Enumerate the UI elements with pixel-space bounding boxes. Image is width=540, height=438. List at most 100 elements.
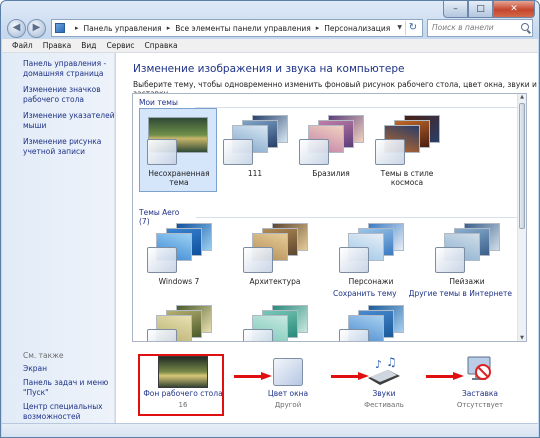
theme-name: Пейзажи xyxy=(449,277,485,286)
window-color-value: Другой xyxy=(274,401,302,409)
theme-item[interactable] xyxy=(139,298,217,341)
menu-file[interactable]: Файл xyxy=(12,39,33,52)
sidebar-link-taskbar[interactable]: Панель задач и меню "Пуск" xyxy=(23,378,115,398)
window-color-icon xyxy=(273,358,303,386)
theme-name: Бразилия xyxy=(312,169,350,178)
theme-item[interactable]: Пейзажи xyxy=(427,216,505,300)
menu-edit[interactable]: Правка xyxy=(43,39,72,52)
sidebar-link-desktop-icons[interactable]: Изменение значков рабочего стола xyxy=(23,85,115,105)
theme-thumbnail xyxy=(338,305,404,341)
theme-thumbnail xyxy=(242,223,308,275)
chevron-down-icon[interactable]: ▼ xyxy=(397,24,402,31)
refresh-icon[interactable]: ↻ xyxy=(405,21,420,35)
theme-name: Несохраненная тема xyxy=(148,169,210,187)
theme-components-bar: Фон рабочего стола 16 Цвет окна Другой ♪ xyxy=(130,351,530,419)
theme-name: Персонажи xyxy=(348,277,394,286)
theme-item[interactable]: Windows 7 xyxy=(139,216,217,300)
window-color-swatch xyxy=(299,139,329,165)
sidebar-link-ease-of-access[interactable]: Центр специальных возможностей xyxy=(23,402,115,422)
window-color-swatch xyxy=(223,139,253,165)
theme-item[interactable]: Персонажи xyxy=(331,216,409,300)
breadcrumb-all-items[interactable]: Все элементы панели управления xyxy=(175,24,311,33)
breadcrumb-separator: ▸ xyxy=(315,24,320,32)
theme-item[interactable]: 111 xyxy=(215,108,293,192)
minimize-button[interactable]: – xyxy=(443,1,468,18)
window-color-swatch xyxy=(147,247,177,273)
desktop-background-icon xyxy=(158,356,208,388)
sounds-value: Фестиваль xyxy=(364,401,404,409)
menu-bar: Файл Правка Вид Сервис Справка xyxy=(2,39,538,53)
theme-thumbnail xyxy=(146,305,212,341)
menu-view[interactable]: Вид xyxy=(81,39,96,52)
theme-item[interactable] xyxy=(235,298,313,341)
theme-thumbnail xyxy=(434,223,500,275)
main-panel: Изменение изображения и звука на компьют… xyxy=(116,53,538,423)
search-icon[interactable] xyxy=(521,23,529,31)
theme-thumbnail xyxy=(298,115,364,167)
see-also-heading: См. также xyxy=(23,351,64,360)
theme-name: Windows 7 xyxy=(158,277,200,286)
sidebar-link-home[interactable]: Панель управления - домашняя страница xyxy=(23,59,115,79)
search-input[interactable]: Поиск в панели управления xyxy=(427,19,533,48)
screensaver-value: Отсутствует xyxy=(456,401,504,409)
control-panel-icon xyxy=(55,23,65,33)
desktop-background-count: 16 xyxy=(178,401,188,409)
status-bar xyxy=(2,423,538,437)
window-color-label: Цвет окна xyxy=(267,389,309,398)
sidebar-link-display[interactable]: Экран xyxy=(23,364,115,374)
svg-text:♪: ♪ xyxy=(375,358,382,371)
window-color-swatch xyxy=(339,329,369,341)
window-color-swatch xyxy=(339,247,369,273)
breadcrumb-personalization[interactable]: Персонализация xyxy=(324,24,390,33)
navigation-row: ◀ ▶ ▸ Панель управления ▸ Все элементы п… xyxy=(5,18,537,48)
scroll-down-icon[interactable]: ▼ xyxy=(519,335,525,341)
menu-tools[interactable]: Сервис xyxy=(107,39,135,52)
screensaver-icon xyxy=(467,356,491,380)
theme-name: 111 xyxy=(247,169,263,178)
close-button[interactable]: ✕ xyxy=(493,1,535,18)
breadcrumb-separator: ▸ xyxy=(75,24,79,32)
window-color-swatch xyxy=(147,329,177,341)
theme-thumbnail xyxy=(146,223,212,275)
sidebar-link-account-picture[interactable]: Изменение рисунка учетной записи xyxy=(23,137,115,157)
gallery-scrollbar[interactable]: ▲ ▼ xyxy=(517,94,526,341)
sidebar-see-also: Экран Панель задач и меню "Пуск" Центр с… xyxy=(23,364,115,426)
desktop-background-label: Фон рабочего стола xyxy=(143,389,223,398)
screensaver-label: Заставка xyxy=(461,389,499,398)
sidebar-link-mouse-pointers[interactable]: Изменение указателей мыши xyxy=(23,111,115,131)
back-button[interactable]: ◀ xyxy=(7,19,26,38)
breadcrumb-separator: ▸ xyxy=(166,24,171,32)
sounds-label: Звуки xyxy=(372,389,396,398)
theme-item[interactable]: Темы в стиле космоса xyxy=(367,108,445,192)
svg-text:♫: ♫ xyxy=(386,356,397,369)
address-bar[interactable]: ▸ Панель управления ▸ Все элементы панел… xyxy=(51,19,423,37)
sounds-button[interactable]: ♪ ♫ Звуки Фестиваль xyxy=(340,351,428,413)
personalization-window: – □ ✕ ◀ ▶ ▸ Панель управления ▸ Все элем… xyxy=(0,0,540,438)
theme-thumbnail xyxy=(222,115,288,167)
theme-gallery: Мои темы (4) Несохраненная тема111Бразил… xyxy=(132,93,527,342)
theme-thumbnail xyxy=(146,115,212,167)
theme-name: Архитектура xyxy=(249,277,301,286)
menu-help[interactable]: Справка xyxy=(145,39,178,52)
window-color-swatch xyxy=(243,247,273,273)
maximize-button[interactable]: □ xyxy=(468,1,493,18)
theme-item[interactable] xyxy=(331,298,409,341)
window-color-button[interactable]: Цвет окна Другой xyxy=(244,351,332,413)
forward-button[interactable]: ▶ xyxy=(27,19,46,38)
theme-item[interactable]: Бразилия xyxy=(291,108,369,192)
desktop-background-button[interactable]: Фон рабочего стола 16 xyxy=(139,351,227,413)
theme-item[interactable]: Архитектура xyxy=(235,216,313,300)
sidebar: Панель управления - домашняя страница Из… xyxy=(2,53,115,423)
screensaver-button[interactable]: Заставка Отсутствует xyxy=(436,351,524,413)
window-color-swatch xyxy=(435,247,465,273)
sounds-icon: ♪ ♫ xyxy=(368,356,400,385)
theme-thumbnail xyxy=(374,115,440,167)
window-color-swatch xyxy=(243,329,273,341)
breadcrumb-control-panel[interactable]: Панель управления xyxy=(84,24,162,33)
page-title: Изменение изображения и звука на компьют… xyxy=(133,63,405,75)
scroll-up-icon[interactable]: ▲ xyxy=(519,94,525,100)
scrollbar-thumb[interactable] xyxy=(519,103,525,229)
window-color-swatch xyxy=(147,139,177,165)
theme-item[interactable]: Несохраненная тема xyxy=(139,108,217,192)
theme-thumbnail xyxy=(338,223,404,275)
